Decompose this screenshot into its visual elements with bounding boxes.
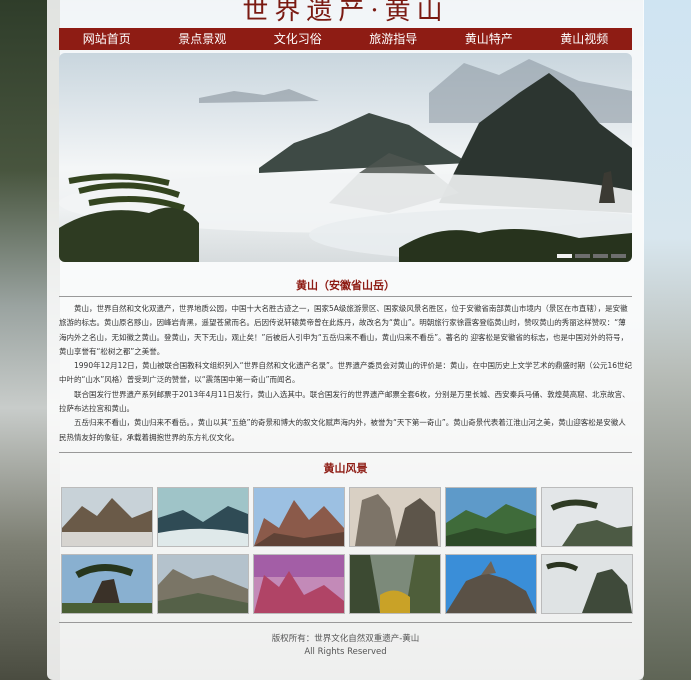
footer-copyright: 版权所有：世界文化自然双重遗产-黄山 <box>271 634 420 644</box>
gallery-thumb-misty-ridge[interactable] <box>157 487 249 547</box>
slider-dot-3[interactable] <box>593 254 608 258</box>
intro-title: 黄山（安徽省山岳） <box>296 279 395 292</box>
gallery-thumb-autumn-gorge[interactable] <box>349 554 441 614</box>
nav-item-specialties[interactable]: 黄山特产 <box>441 28 537 50</box>
slider-dot-2[interactable] <box>575 254 590 258</box>
footer-divider <box>59 622 632 623</box>
gallery-thumb-granite-towers[interactable] <box>349 487 441 547</box>
nav-item-home[interactable]: 网站首页 <box>59 28 155 50</box>
gallery-thumb-summit-rock[interactable] <box>445 554 537 614</box>
slider-dot-4[interactable] <box>611 254 626 258</box>
gallery-thumb-red-rock-pinnacle[interactable] <box>253 487 345 547</box>
hero-landscape-image <box>59 59 632 262</box>
gallery-thumb-peak-cloud-sea[interactable] <box>61 487 153 547</box>
site-logo-title: 世界遗产·黄山 <box>242 0 449 26</box>
nav-item-scenery[interactable]: 景点景观 <box>155 28 251 50</box>
intro-paragraph: 五岳归来不看山，黄山归来不看岳。，黄山以其“五绝”的奇景和博大的叙文化赋声海内外… <box>59 418 626 442</box>
gallery-thumb-pine-on-peak[interactable] <box>541 554 633 614</box>
nav-item-culture[interactable]: 文化习俗 <box>250 28 346 50</box>
slider-dots <box>557 254 626 258</box>
main-nav: 网站首页 景点景观 文化习俗 旅游指导 黄山特产 黄山视频 <box>59 28 632 50</box>
intro-paragraph: 联合国发行世界遗产系列邮票于2013年4月11日发行，黄山入选其中。联合国发行的… <box>59 389 630 414</box>
nav-item-videos[interactable]: 黄山视频 <box>537 28 633 50</box>
gallery-thumb-welcoming-pine[interactable] <box>61 554 153 614</box>
scenery-gallery <box>61 487 633 614</box>
gallery-thumb-pink-sunset-peaks[interactable] <box>253 554 345 614</box>
intro-paragraph: 黄山，世界自然和文化双遗产，世界地质公园，中国十大名胜古迹之一，国家5A级旅游景… <box>59 304 629 356</box>
intro-text: 黄山，世界自然和文化双遗产，世界地质公园，中国十大名胜古迹之一，国家5A级旅游景… <box>59 302 632 445</box>
gallery-thumb-pine-cliff[interactable] <box>541 487 633 547</box>
divider <box>59 296 632 297</box>
hero-banner-slider[interactable] <box>59 53 632 262</box>
intro-paragraph: 1990年12月12日，黄山被联合国教科文组织列入“世界自然和文化遗产名录”。世… <box>59 361 632 385</box>
footer-rights: All Rights Reserved <box>304 647 387 657</box>
gallery-thumb-green-valley[interactable] <box>445 487 537 547</box>
nav-item-travel-guide[interactable]: 旅游指导 <box>346 28 442 50</box>
divider <box>59 452 632 453</box>
slider-dot-1[interactable] <box>557 254 572 258</box>
gallery-title: 黄山风景 <box>323 462 368 475</box>
page-container: 世界遗产·黄山 网站首页 景点景观 文化习俗 旅游指导 黄山特产 黄山视频 黄山… <box>47 0 644 680</box>
gallery-thumb-terraced-ridge[interactable] <box>157 554 249 614</box>
background-scenery-right <box>643 0 691 680</box>
